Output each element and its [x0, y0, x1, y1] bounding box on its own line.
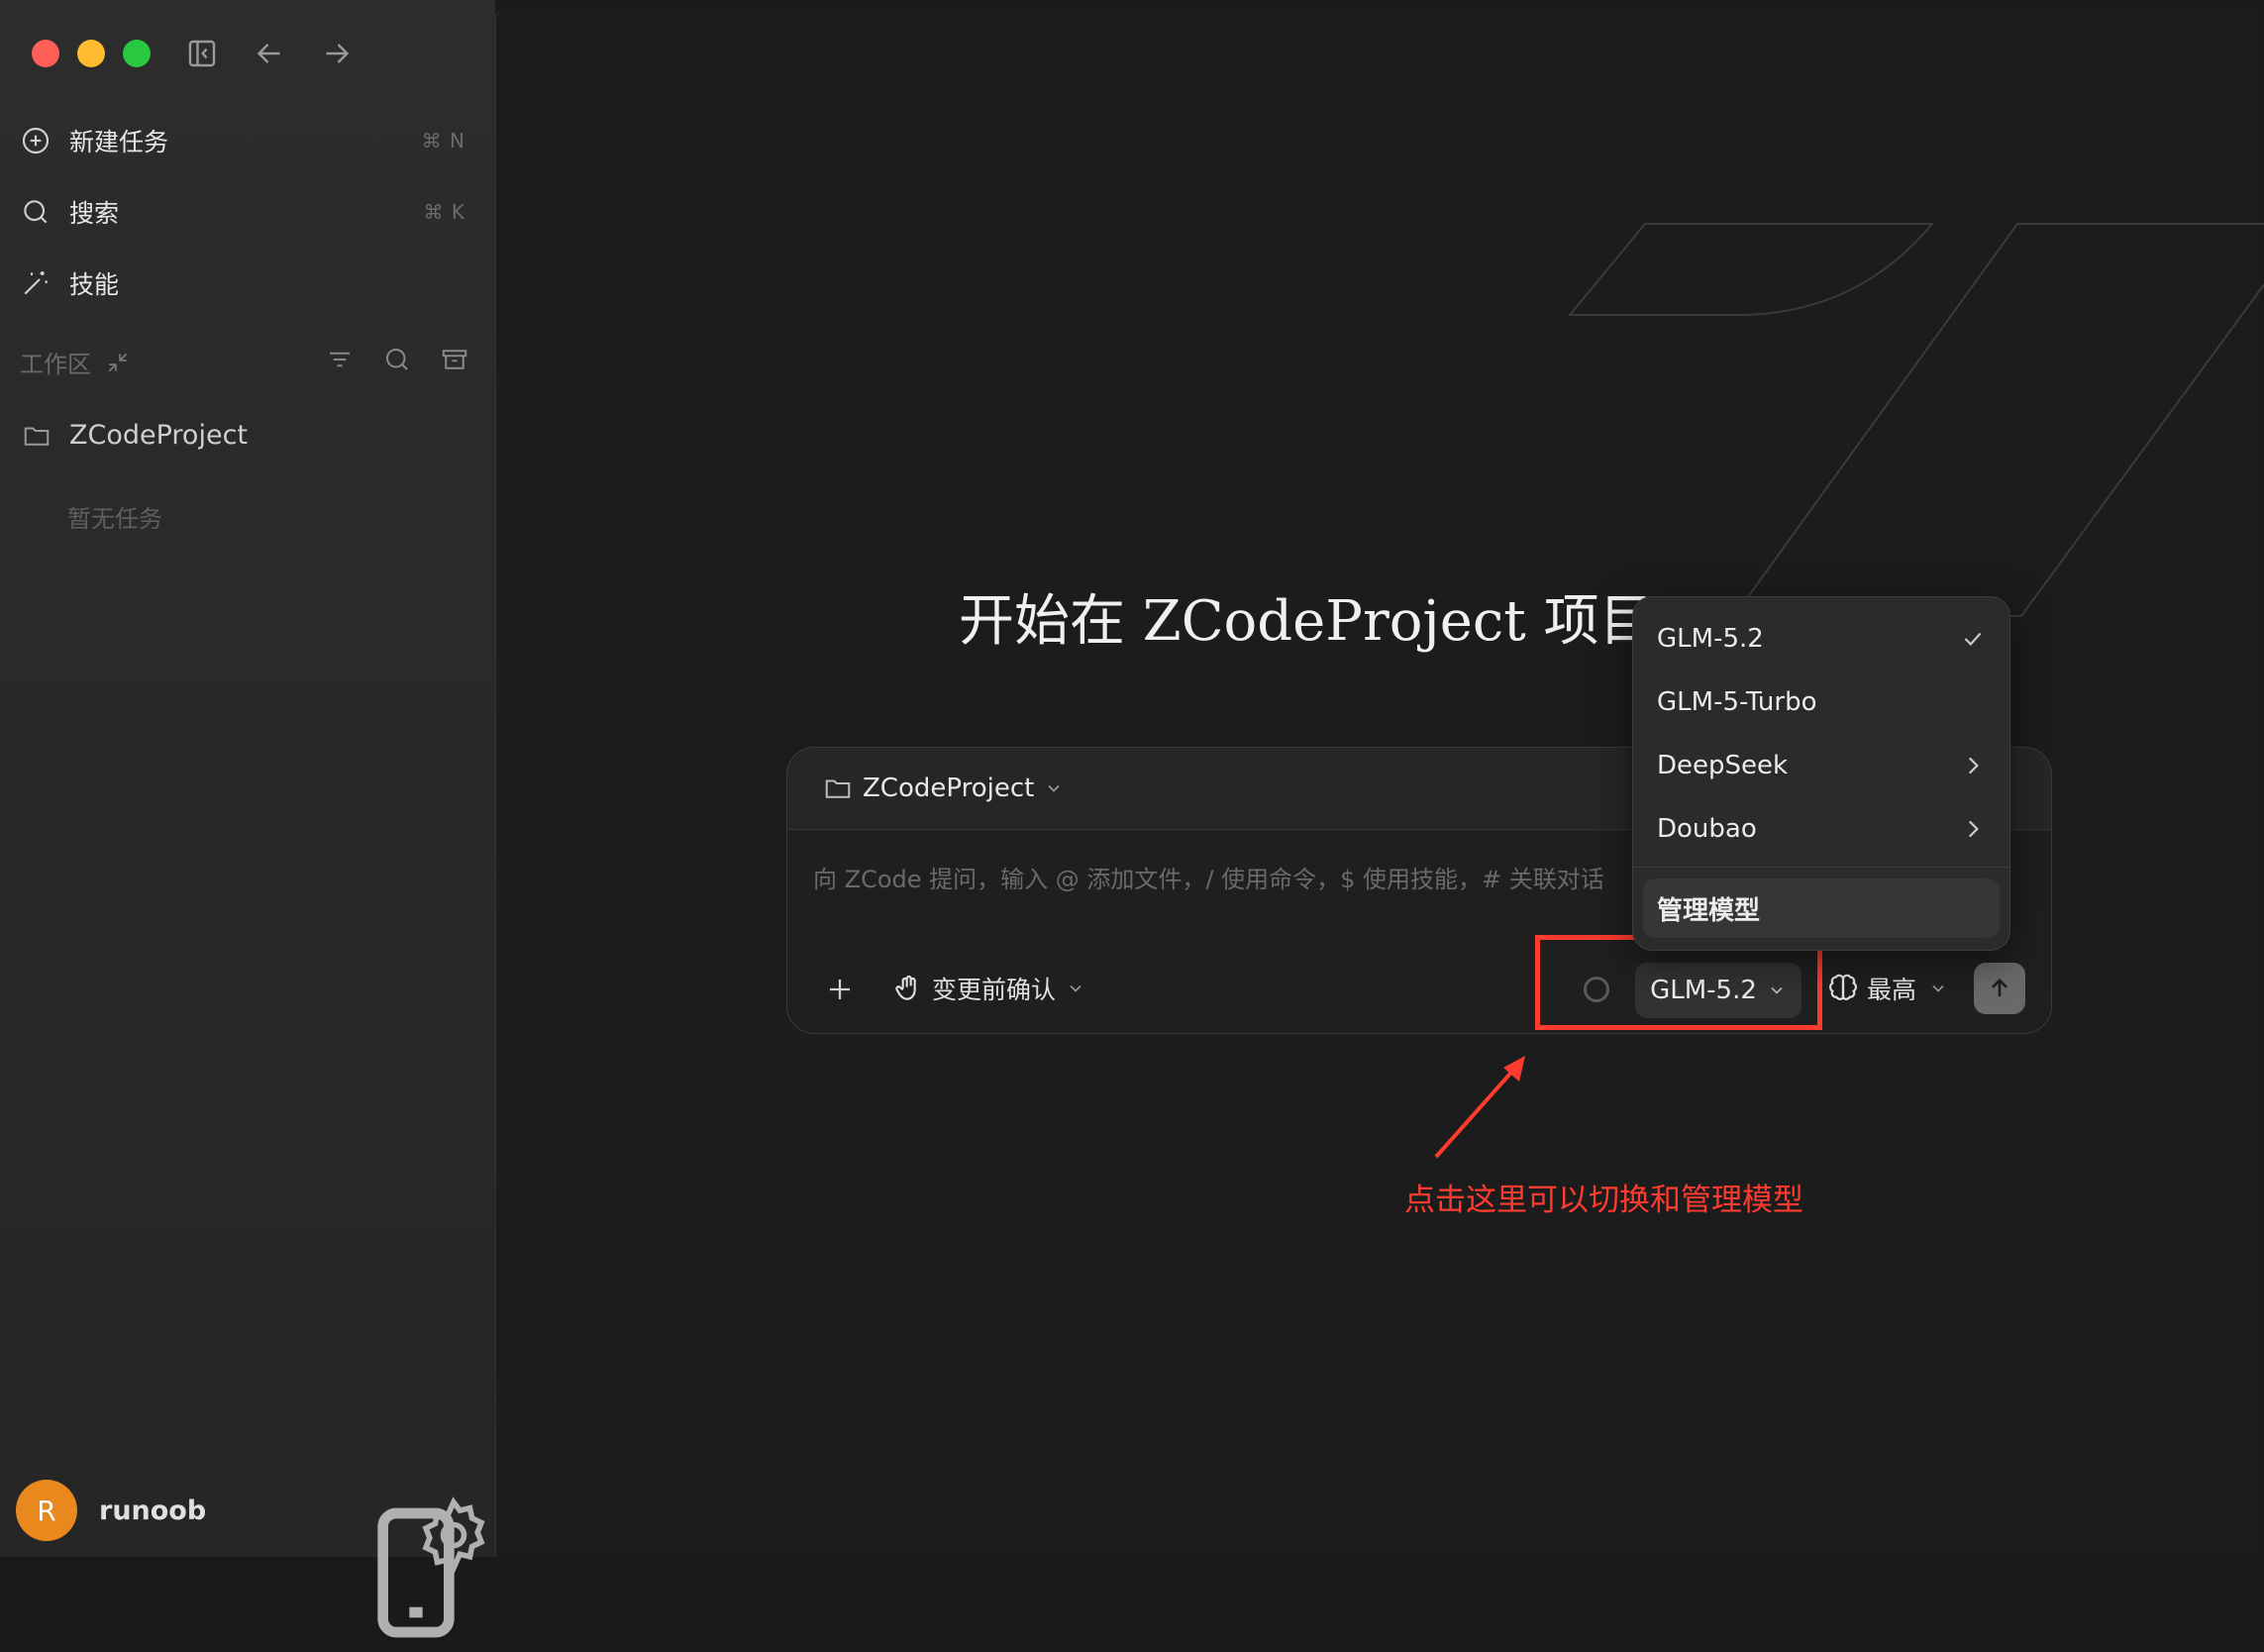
- page-title: 开始在 ZCodeProject 项目: [959, 589, 1655, 654]
- skills-button[interactable]: 技能: [20, 256, 465, 311]
- check-icon: [1964, 632, 1982, 646]
- forward-arrow-icon[interactable]: [319, 36, 355, 71]
- search-label: 搜索: [69, 199, 120, 228]
- prompt-placeholder: 向 ZCode 提问，输入 @ 添加文件，/ 使用命令，$ 使用技能，# 关联对…: [813, 866, 1604, 893]
- search-shortcut: ⌘ K: [423, 200, 465, 224]
- empty-tasks-text: 暂无任务: [67, 505, 162, 533]
- archive-icon[interactable]: [440, 345, 469, 374]
- search-icon: [24, 200, 48, 224]
- collapse-icon[interactable]: [105, 350, 131, 375]
- model-option-glm-5-turbo[interactable]: GLM-5-Turbo: [1643, 672, 2000, 732]
- add-icon[interactable]: [825, 975, 855, 1004]
- filter-icon[interactable]: [325, 345, 355, 374]
- search-button[interactable]: 搜索 ⌘ K: [20, 184, 465, 240]
- model-option-label: GLM-5-Turbo: [1657, 687, 1817, 717]
- confirm-mode-selector[interactable]: 变更前确认: [892, 971, 1093, 1006]
- annotation-arrow-icon: [1434, 1056, 1525, 1159]
- plus-circle-icon: [22, 127, 50, 155]
- brain-icon: [1829, 974, 1857, 1000]
- chevron-down-icon: [1070, 984, 1081, 992]
- skills-label: 技能: [69, 270, 120, 299]
- manage-models-label: 管理模型: [1657, 895, 1761, 926]
- minimize-window-button[interactable]: [77, 40, 105, 67]
- new-task-shortcut: ⌘ N: [421, 129, 465, 153]
- project-selector[interactable]: ZCodeProject: [823, 774, 1074, 803]
- back-arrow-icon[interactable]: [252, 36, 287, 71]
- z-logo-watermark: [1567, 223, 2264, 617]
- toggle-sidebar-icon[interactable]: [184, 36, 220, 71]
- workspace-label: 工作区: [20, 351, 91, 378]
- model-option-doubao[interactable]: Doubao: [1643, 799, 2000, 859]
- annotation-text: 点击这里可以切换和管理模型: [1404, 1183, 1803, 1218]
- workspace-tools: [325, 345, 469, 374]
- close-window-button[interactable]: [32, 40, 59, 67]
- folder-icon: [24, 427, 50, 446]
- chevron-down-icon: [1932, 984, 1944, 992]
- model-option-label: GLM-5.2: [1657, 624, 1764, 654]
- folder-icon: [825, 779, 851, 798]
- new-task-button[interactable]: 新建任务 ⌘ N: [20, 113, 465, 168]
- project-item[interactable]: ZCodeProject: [22, 420, 248, 451]
- username: runoob: [99, 1495, 207, 1526]
- sidebar: 新建任务 ⌘ N 搜索 ⌘ K 技能 工作区 ZCodeProject 暂无任务…: [0, 0, 495, 1638]
- search-icon[interactable]: [382, 345, 412, 374]
- confirm-mode-label: 变更前确认: [932, 976, 1057, 1004]
- project-selector-label: ZCodeProject: [863, 774, 1035, 803]
- model-option-glm-5-2[interactable]: GLM-5.2: [1643, 609, 2000, 669]
- manage-models-button[interactable]: 管理模型: [1643, 878, 2000, 938]
- model-option-label: Doubao: [1657, 814, 1757, 844]
- model-option-label: DeepSeek: [1657, 751, 1789, 780]
- gear-icon[interactable]: [412, 1494, 495, 1577]
- workspace-header: 工作区: [20, 345, 131, 379]
- arrow-up-icon: [1992, 979, 2007, 997]
- user-profile[interactable]: R runoob: [16, 1480, 206, 1541]
- chevron-down-icon: [1048, 784, 1060, 792]
- chevron-right-icon: [1968, 820, 1979, 838]
- send-button[interactable]: [1974, 963, 2025, 1014]
- model-option-deepseek[interactable]: DeepSeek: [1643, 736, 2000, 795]
- maximize-window-button[interactable]: [123, 40, 151, 67]
- effort-selector[interactable]: 最高: [1827, 971, 1956, 1006]
- model-menu: GLM-5.2 GLM-5-Turbo DeepSeek Doubao 管理模型: [1632, 596, 2010, 951]
- project-label: ZCodeProject: [69, 420, 248, 451]
- chevron-right-icon: [1968, 757, 1979, 774]
- menu-divider: [1633, 867, 2009, 868]
- magic-wand-icon: [24, 271, 48, 295]
- effort-label: 最高: [1867, 976, 1917, 1004]
- avatar[interactable]: R: [16, 1480, 77, 1541]
- new-task-label: 新建任务: [69, 128, 169, 156]
- hand-icon: [895, 975, 916, 1000]
